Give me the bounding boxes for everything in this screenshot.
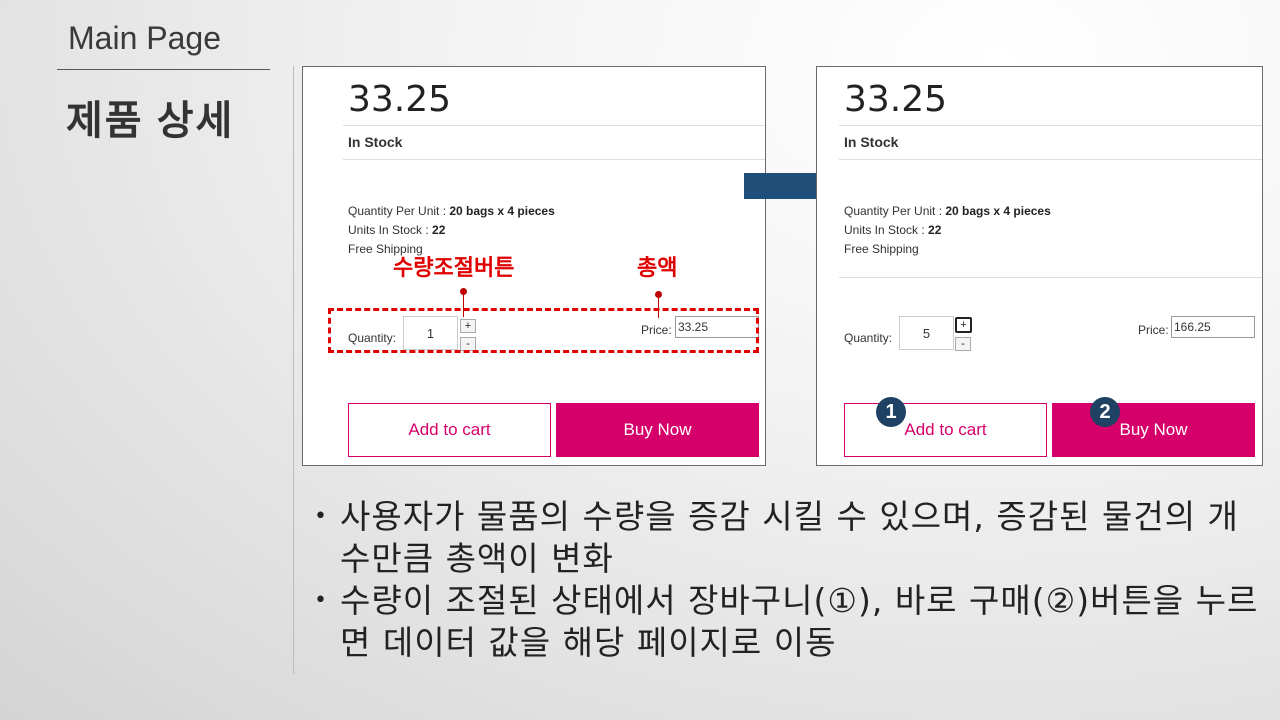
label: Units In Stock :	[348, 223, 433, 237]
label: Quantity Per Unit :	[348, 204, 450, 218]
bullet-icon: •	[314, 588, 327, 613]
units-in-stock: Units In Stock : 22	[348, 223, 445, 237]
divider	[343, 125, 765, 126]
value: 20 bags x 4 pieces	[945, 204, 1051, 218]
stock-status: In Stock	[348, 134, 403, 150]
quantity-per-unit: Quantity Per Unit : 20 bags x 4 pieces	[844, 204, 1051, 218]
marker-2-badge: 2	[1090, 397, 1120, 427]
add-to-cart-button[interactable]: Add to cart	[348, 403, 551, 457]
annotation-total: 총액	[637, 255, 678, 280]
buy-now-button[interactable]: Buy Now	[556, 403, 759, 457]
highlight-box	[328, 308, 759, 353]
marker-1-badge: 1	[876, 397, 906, 427]
value: 22	[432, 223, 446, 237]
buy-now-button[interactable]: Buy Now	[1052, 403, 1255, 457]
value: 20 bags x 4 pieces	[449, 204, 555, 218]
price-label: Price:	[1138, 323, 1169, 337]
product-price: 33.25	[844, 79, 948, 120]
product-price: 33.25	[348, 79, 452, 120]
stock-status: In Stock	[844, 134, 899, 150]
value: 22	[928, 223, 942, 237]
quantity-per-unit: Quantity Per Unit : 20 bags x 4 pieces	[348, 204, 555, 218]
vertical-divider	[293, 66, 294, 674]
add-to-cart-button[interactable]: Add to cart	[844, 403, 1047, 457]
shipping-info: Free Shipping	[844, 242, 919, 256]
bullet-text: 사용자가 물품의 수량을 증감 시킬 수 있으며, 증감된 물건의 개수만큼 총…	[340, 497, 1239, 578]
label: Quantity Per Unit :	[844, 204, 946, 218]
divider	[839, 125, 1262, 126]
divider	[839, 277, 1262, 278]
label: Units In Stock :	[844, 223, 929, 237]
quantity-input[interactable]: 5	[899, 316, 954, 350]
description-bullets: • 사용자가 물품의 수량을 증감 시킬 수 있으며, 증감된 물건의 개수만큼…	[312, 496, 1262, 664]
quantity-minus-button[interactable]: -	[955, 337, 971, 351]
bullet-item: • 사용자가 물품의 수량을 증감 시킬 수 있으며, 증감된 물건의 개수만큼…	[312, 496, 1262, 580]
product-detail-before: 33.25 In Stock Quantity Per Unit : 20 ba…	[302, 66, 766, 466]
price-field: 166.25	[1171, 316, 1255, 338]
quantity-label: Quantity:	[844, 331, 893, 345]
divider	[839, 159, 1262, 160]
bullet-text: 수량이 조절된 상태에서 장바구니(①), 바로 구매(②)버튼을 누르면 데이…	[340, 581, 1259, 662]
title-divider	[57, 69, 270, 70]
annotation-qty-button: 수량조절버튼	[393, 255, 515, 280]
bullet-item: • 수량이 조절된 상태에서 장바구니(①), 바로 구매(②)버튼을 누르면 …	[312, 580, 1262, 664]
units-in-stock: Units In Stock : 22	[844, 223, 941, 237]
divider	[343, 159, 765, 160]
quantity-plus-button[interactable]: +	[955, 317, 972, 333]
bullet-icon: •	[314, 504, 327, 529]
slide-title: Main Page	[68, 20, 221, 56]
slide-subtitle: 제품 상세	[66, 99, 235, 143]
product-detail-after: 33.25 In Stock Quantity Per Unit : 20 ba…	[816, 66, 1263, 466]
